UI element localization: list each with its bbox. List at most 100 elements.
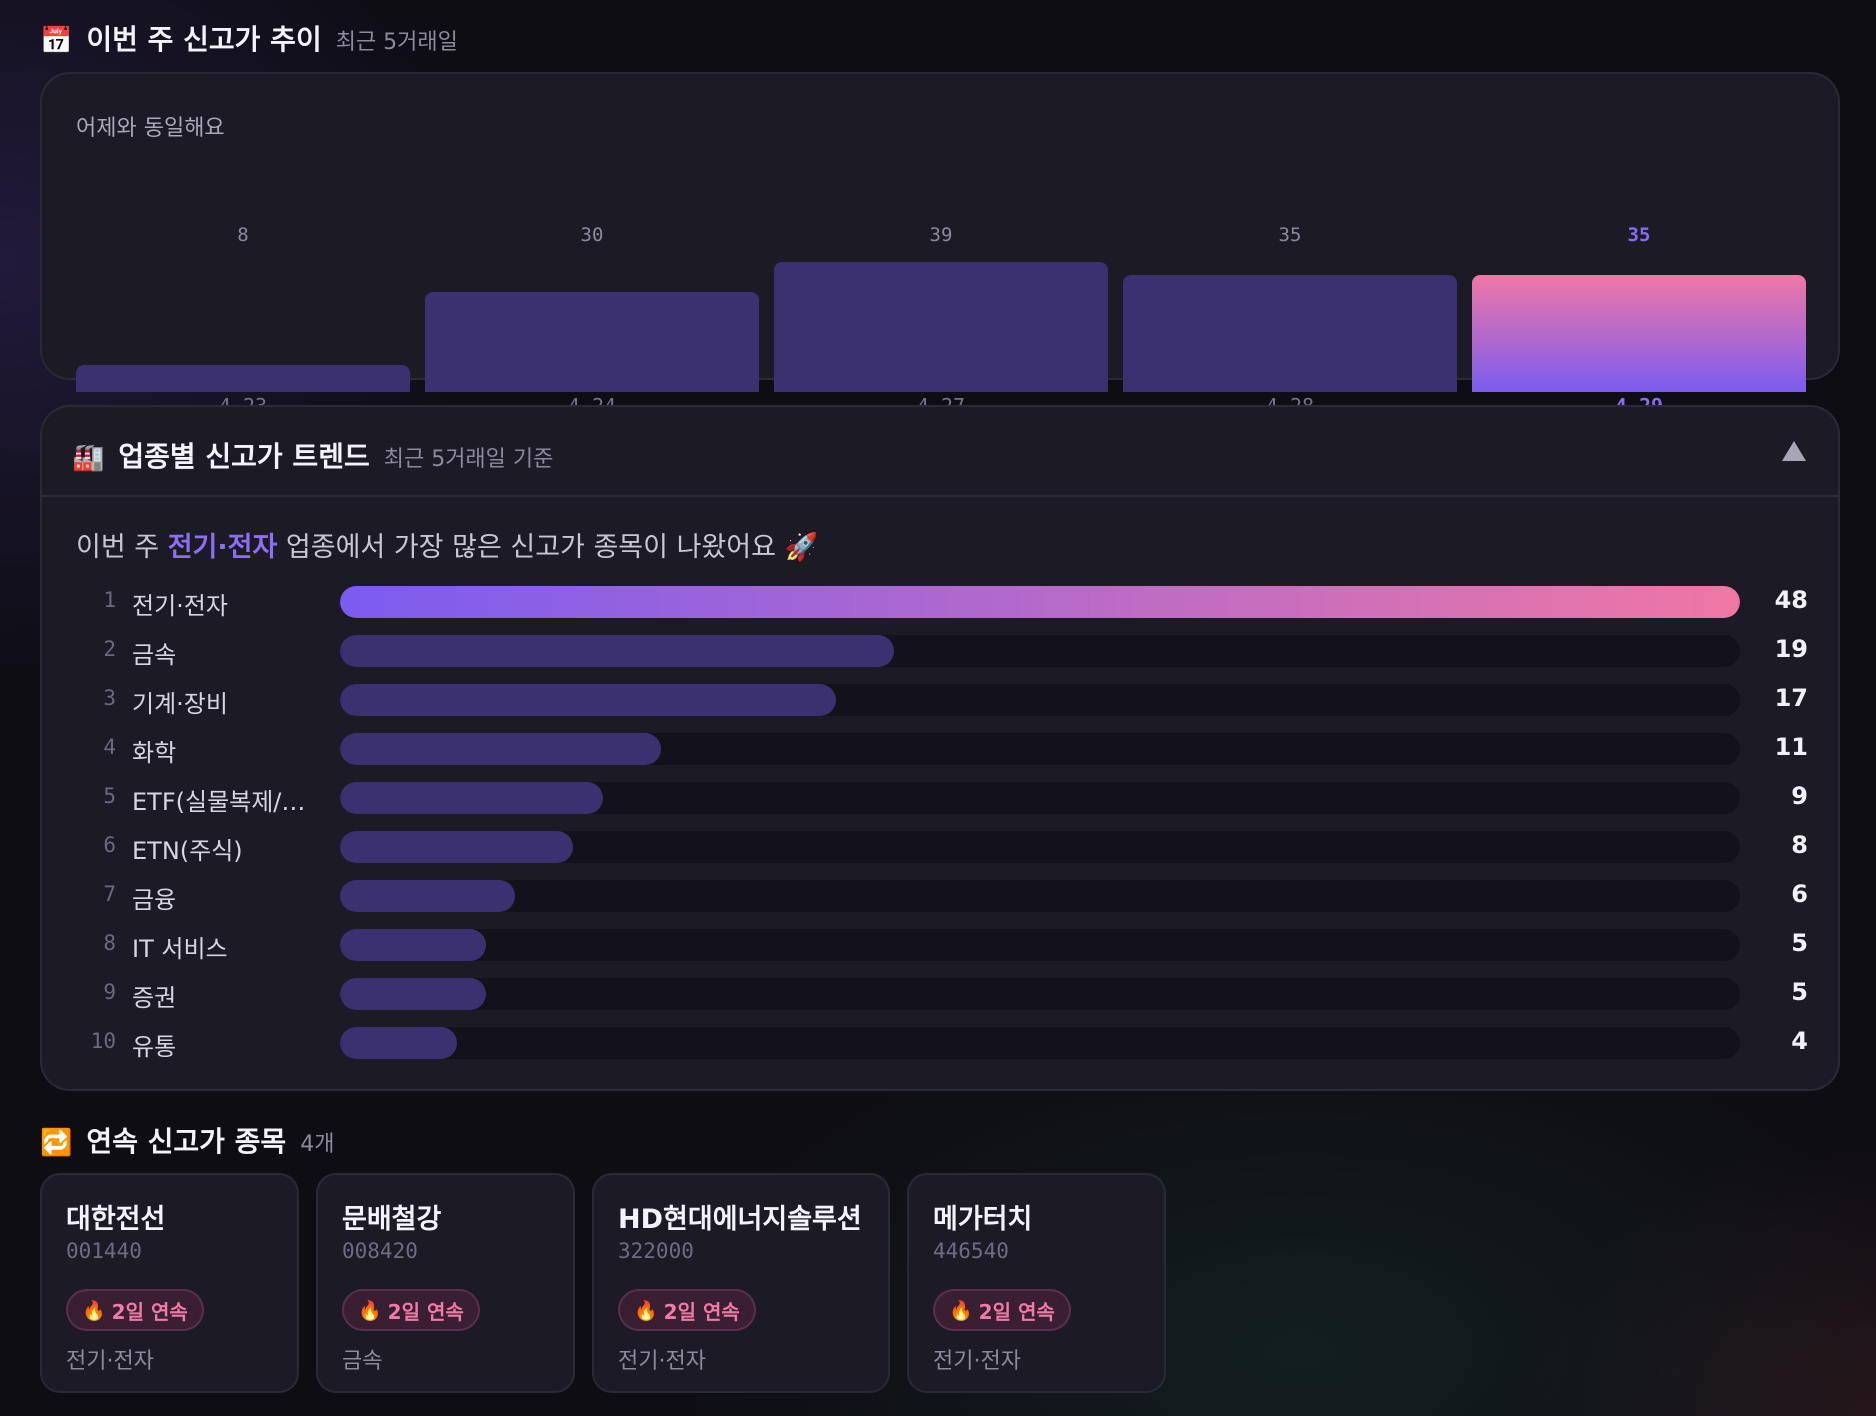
rank-bar-fill bbox=[340, 1027, 457, 1059]
sector-name: 전기·전자 bbox=[132, 592, 228, 620]
stock-card[interactable]: 대한전선 001440 🔥 2일 연속 전기·전자 bbox=[40, 1173, 299, 1393]
rank-bar-fill bbox=[340, 635, 894, 667]
sector-name: 화학 bbox=[132, 739, 177, 767]
stock-sector: 전기·전자 bbox=[66, 1349, 154, 1374]
sector-name: 증권 bbox=[132, 984, 177, 1012]
fire-icon: 🔥 bbox=[634, 1299, 658, 1322]
sector-trend-card: 🏭 업종별 신고가 트렌드 최근 5거래일 기준 이번 주 전기·전자 업종에서… bbox=[40, 405, 1840, 1091]
rank-bar-track bbox=[340, 635, 1740, 667]
rank-bar-fill bbox=[340, 782, 603, 814]
calendar-icon: 📅 bbox=[40, 26, 73, 56]
sector-name: 금융 bbox=[132, 886, 177, 914]
sector-summary: 이번 주 전기·전자 업종에서 가장 많은 신고가 종목이 나왔어요 🚀 bbox=[76, 525, 818, 564]
sector-name: 금속 bbox=[132, 641, 177, 669]
stock-code: 001440 bbox=[66, 1239, 142, 1263]
streak-badge-label: 2일 연속 bbox=[663, 1299, 740, 1324]
streak-badge: 🔥 2일 연속 bbox=[66, 1289, 204, 1331]
day-bar bbox=[425, 292, 759, 392]
streak-section-header: 🔁 연속 신고가 종목 4개 bbox=[40, 1120, 334, 1160]
summary-highlight: 전기·전자 bbox=[167, 532, 278, 563]
day-column[interactable]: 30 4.24 bbox=[425, 224, 759, 418]
stock-name: HD현대에너지솔루션 bbox=[618, 1204, 862, 1235]
day-column[interactable]: 8 4.23 bbox=[76, 224, 410, 418]
streak-badge-label: 2일 연속 bbox=[111, 1299, 188, 1324]
sector-rank-row[interactable]: 1 전기·전자 48 bbox=[76, 582, 1808, 631]
day-column[interactable]: 39 4.27 bbox=[774, 224, 1108, 418]
sector-name: 기계·장비 bbox=[132, 690, 228, 718]
day-count-label: 30 bbox=[580, 224, 604, 246]
stock-card[interactable]: 메가터치 446540 🔥 2일 연속 전기·전자 bbox=[907, 1173, 1166, 1393]
rank-bar-track bbox=[340, 1027, 1740, 1059]
stock-code: 008420 bbox=[342, 1239, 418, 1263]
sector-count: 11 bbox=[1774, 733, 1808, 761]
rank-bar-track bbox=[340, 782, 1740, 814]
sector-name: IT 서비스 bbox=[132, 935, 228, 963]
weekly-bar-chart: 8 4.23 30 4.24 39 4.27 35 4.28 35 4.29 bbox=[76, 224, 1808, 418]
sector-rank-row[interactable]: 6 ETN(주식) 8 bbox=[76, 827, 1808, 876]
trend-note: 어제와 동일해요 bbox=[76, 116, 225, 141]
rank-bar-fill bbox=[340, 880, 515, 912]
streak-badge-label: 2일 연속 bbox=[978, 1299, 1055, 1324]
rank-bar-track bbox=[340, 684, 1740, 716]
stock-name: 메가터치 bbox=[933, 1204, 1033, 1235]
sector-rank-row[interactable]: 3 기계·장비 17 bbox=[76, 680, 1808, 729]
stock-sector: 전기·전자 bbox=[933, 1349, 1021, 1374]
stock-name: 문배철강 bbox=[342, 1204, 442, 1235]
day-count-label: 35 bbox=[1278, 224, 1302, 246]
rank-number: 6 bbox=[103, 833, 116, 857]
streak-badge: 🔥 2일 연속 bbox=[618, 1289, 756, 1331]
stock-name: 대한전선 bbox=[66, 1204, 166, 1235]
sector-count: 9 bbox=[1791, 782, 1808, 810]
sector-name: ETF(실물복제/… bbox=[132, 788, 306, 816]
collapse-button[interactable] bbox=[1780, 437, 1808, 465]
fire-icon: 🔥 bbox=[949, 1299, 973, 1322]
rank-bar-track bbox=[340, 733, 1740, 765]
summary-prefix: 이번 주 bbox=[76, 532, 168, 563]
day-column[interactable]: 35 4.29 bbox=[1472, 224, 1806, 418]
streak-badge: 🔥 2일 연속 bbox=[342, 1289, 480, 1331]
rank-bar-fill bbox=[340, 978, 486, 1010]
sector-rank-row[interactable]: 4 화학 11 bbox=[76, 729, 1808, 778]
stock-code: 322000 bbox=[618, 1239, 694, 1263]
rank-number: 2 bbox=[103, 637, 116, 661]
rank-number: 4 bbox=[103, 735, 116, 759]
fire-icon: 🔥 bbox=[82, 1299, 106, 1322]
sector-count: 8 bbox=[1791, 831, 1808, 859]
sector-rank-row[interactable]: 7 금융 6 bbox=[76, 876, 1808, 925]
rank-number: 3 bbox=[103, 686, 116, 710]
sector-count: 6 bbox=[1791, 880, 1808, 908]
stock-sector: 전기·전자 bbox=[618, 1349, 706, 1374]
streak-badge-label: 2일 연속 bbox=[387, 1299, 464, 1324]
chevron-up-icon bbox=[1782, 441, 1806, 461]
stock-card[interactable]: HD현대에너지솔루션 322000 🔥 2일 연속 전기·전자 bbox=[592, 1173, 890, 1393]
summary-suffix: 업종에서 가장 많은 신고가 종목이 나왔어요 🚀 bbox=[277, 532, 819, 563]
weekly-trend-card: 어제와 동일해요 8 4.23 30 4.24 39 4.27 35 4.28 … bbox=[40, 72, 1840, 418]
weekly-title: 이번 주 신고가 추이 bbox=[86, 23, 322, 56]
sector-rank-row[interactable]: 10 유통 4 bbox=[76, 1023, 1808, 1072]
sector-title: 업종별 신고가 트렌드 bbox=[118, 440, 370, 473]
sector-rank-row[interactable]: 5 ETF(실물복제/… 9 bbox=[76, 778, 1808, 827]
sector-rank-row[interactable]: 9 증권 5 bbox=[76, 974, 1808, 1023]
rank-bar-fill bbox=[340, 929, 486, 961]
stock-card[interactable]: 문배철강 008420 🔥 2일 연속 금속 bbox=[316, 1173, 575, 1393]
stock-code: 446540 bbox=[933, 1239, 1009, 1263]
sector-rank-row[interactable]: 2 금속 19 bbox=[76, 631, 1808, 680]
fire-icon: 🔥 bbox=[358, 1299, 382, 1322]
rank-bar-fill bbox=[340, 586, 1740, 618]
sector-rank-row[interactable]: 8 IT 서비스 5 bbox=[76, 925, 1808, 974]
stock-sector: 금속 bbox=[342, 1349, 383, 1374]
rank-bar-track bbox=[340, 929, 1740, 961]
day-bar bbox=[774, 262, 1108, 392]
rank-bar-track bbox=[340, 880, 1740, 912]
streak-title: 연속 신고가 종목 bbox=[86, 1125, 287, 1158]
repeat-icon: 🔁 bbox=[40, 1128, 73, 1158]
rank-number: 7 bbox=[103, 882, 116, 906]
weekly-section-header: 📅 이번 주 신고가 추이 최근 5거래일 bbox=[40, 18, 458, 58]
sector-card-header[interactable]: 🏭 업종별 신고가 트렌드 최근 5거래일 기준 bbox=[42, 407, 1838, 497]
rank-number: 9 bbox=[103, 980, 116, 1004]
rank-bar-fill bbox=[340, 733, 661, 765]
day-count-label: 35 bbox=[1627, 224, 1651, 246]
day-count-label: 8 bbox=[237, 224, 249, 246]
rank-bar-fill bbox=[340, 831, 573, 863]
day-column[interactable]: 35 4.28 bbox=[1123, 224, 1457, 418]
